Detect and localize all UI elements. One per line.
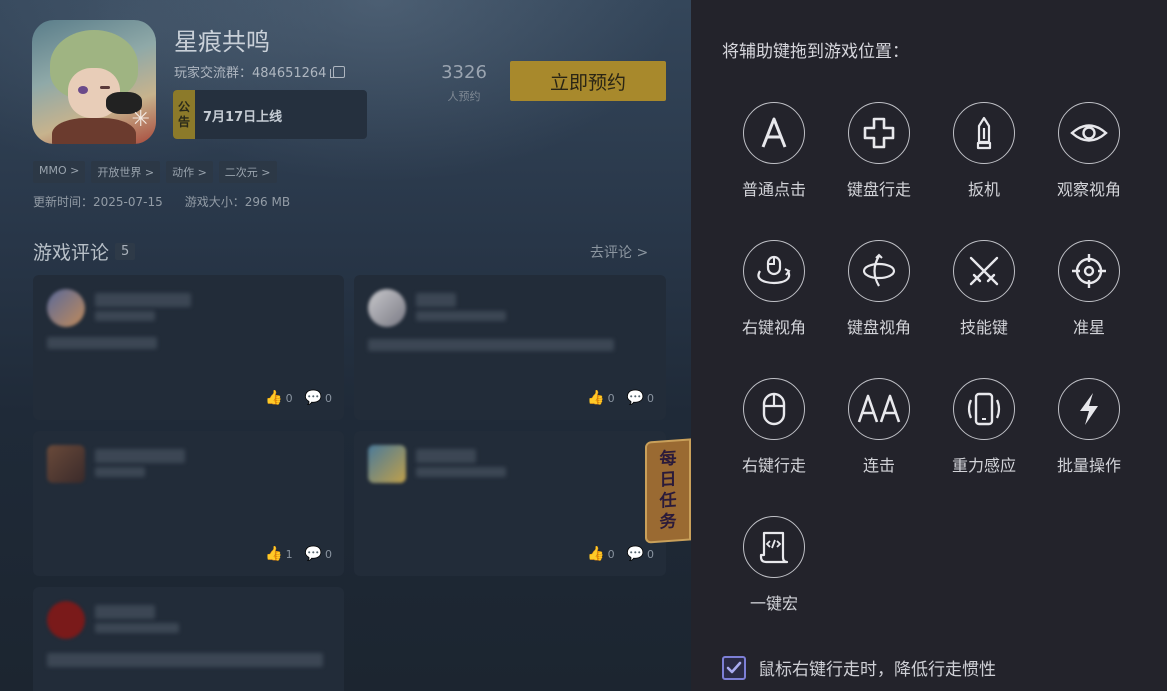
avatar [47, 289, 85, 327]
key-crosshair[interactable]: 准星 [1037, 240, 1141, 338]
reduce-inertia-label: 鼠标右键行走时，降低行走惯性 [758, 660, 996, 680]
review-stats: 👍 1 💬 0 [265, 546, 332, 562]
announcement-tag: 公 告 [173, 90, 195, 139]
game-meta: 更新时间：2025-07-15 游戏大小：296 MB [33, 193, 290, 210]
comment-icon: 💬 [304, 546, 322, 562]
key-macro[interactable]: 一键宏 [722, 516, 826, 614]
thumbs-up-icon: 👍 [587, 546, 605, 562]
review-stats: 👍 0 💬 0 [265, 390, 332, 406]
rotate-3d-icon [859, 253, 899, 289]
review-card[interactable]: 👍 0 💬 0 [354, 275, 666, 420]
comment-count[interactable]: 💬 0 [627, 390, 654, 406]
key-keyboard-walk[interactable]: 键盘行走 [827, 102, 931, 200]
crossed-swords-icon [966, 253, 1002, 289]
thumbs-up-icon: 👍 [587, 390, 605, 406]
panel-title: 将辅助键拖到游戏位置： [722, 42, 909, 62]
game-app-icon[interactable]: ✳ [32, 20, 156, 144]
tag-mmo[interactable]: MMO > [33, 161, 86, 183]
key-combo[interactable]: 连击 [827, 378, 931, 476]
double-a-icon [857, 393, 901, 425]
thumbs-up-icon: 👍 [265, 546, 283, 562]
key-right-click-view[interactable]: 右键视角 [722, 240, 826, 338]
comment-count[interactable]: 💬 0 [305, 390, 332, 406]
reduce-inertia-checkbox[interactable] [722, 655, 746, 680]
avatar [368, 289, 406, 327]
update-time: 更新时间：2025-07-15 [33, 195, 163, 209]
bullet-icon [967, 116, 1001, 150]
tag-anime[interactable]: 二次元 > [218, 161, 277, 183]
key-skill[interactable]: 技能键 [932, 240, 1036, 338]
like-count[interactable]: 👍 1 [265, 546, 292, 562]
reserve-count: 3326 [441, 62, 487, 83]
game-detail-page: ✳ 星痕共鸣 玩家交流群：484651264 公 告 7月17日上线 3326 … [0, 0, 691, 691]
reviews-count: 5 [115, 243, 136, 260]
go-review-link[interactable]: 去评论 > [590, 242, 648, 262]
like-count[interactable]: 👍 0 [265, 390, 292, 406]
review-card[interactable]: 👍 1 💬 0 [33, 431, 344, 576]
announcement-box: 公 告 7月17日上线 [173, 90, 367, 139]
game-title: 星痕共鸣 [174, 28, 270, 56]
mouse-icon [759, 391, 789, 427]
review-stats: 👍 0 💬 0 [587, 390, 654, 406]
avatar [47, 601, 85, 639]
comment-icon: 💬 [626, 546, 644, 562]
key-normal-click[interactable]: 普通点击 [722, 102, 826, 200]
daily-task-badge[interactable]: 每 日 任 务 [645, 438, 691, 544]
thumbs-up-icon: 👍 [265, 390, 283, 406]
lightning-icon [1074, 391, 1104, 427]
key-trigger[interactable]: 扳机 [932, 102, 1036, 200]
review-stats: 👍 0 💬 0 [587, 546, 654, 562]
reserve-label: 人预约 [447, 90, 481, 103]
comment-icon: 💬 [626, 390, 644, 406]
eye-icon [1070, 116, 1108, 150]
key-observe-view[interactable]: 观察视角 [1037, 102, 1141, 200]
key-batch-operation[interactable]: 批量操作 [1037, 378, 1141, 476]
key-gravity-sensor[interactable]: 重力感应 [932, 378, 1036, 476]
copy-icon[interactable] [330, 65, 346, 78]
review-card[interactable]: 👍 0 💬 0 [33, 275, 344, 420]
key-keyboard-view[interactable]: 键盘视角 [827, 240, 931, 338]
comment-count[interactable]: 💬 0 [627, 546, 654, 562]
comment-count[interactable]: 💬 0 [305, 546, 332, 562]
letter-a-icon [757, 116, 791, 150]
like-count[interactable]: 👍 0 [587, 390, 614, 406]
checkmark-icon [726, 661, 742, 673]
avatar [47, 445, 85, 483]
mouse-orbit-icon [754, 253, 794, 289]
player-group-text: 玩家交流群：484651264 [174, 66, 327, 81]
game-tags: MMO > 开放世界 > 动作 > 二次元 > [33, 161, 277, 183]
like-count[interactable]: 👍 0 [587, 546, 614, 562]
review-card[interactable] [33, 587, 344, 691]
review-card[interactable]: 👍 0 💬 0 [354, 431, 666, 576]
player-group: 玩家交流群：484651264 [174, 62, 346, 81]
reviews-title: 游戏评论 [33, 242, 110, 264]
game-size: 游戏大小：296 MB [184, 195, 291, 209]
reserve-button[interactable]: 立即预约 [510, 61, 666, 101]
phone-vibrate-icon [964, 391, 1004, 427]
comment-icon: 💬 [304, 390, 322, 406]
script-scroll-icon [756, 529, 792, 565]
announcement-text: 7月17日上线 [203, 110, 283, 125]
tag-action[interactable]: 动作 > [166, 161, 213, 183]
tag-open-world[interactable]: 开放世界 > [91, 161, 161, 183]
key-right-click-walk[interactable]: 右键行走 [722, 378, 826, 476]
reduce-inertia-option[interactable]: 鼠标右键行走时，降低行走惯性 [722, 655, 996, 680]
dpad-cross-icon [862, 116, 896, 150]
assist-key-panel: 将辅助键拖到游戏位置： 普通点击 键盘行走 扳机 观察视角 右键视角 键盘视角 … [691, 0, 1167, 691]
reviews-heading: 游戏评论 5 [33, 238, 136, 265]
crosshair-icon [1071, 253, 1107, 289]
avatar [368, 445, 406, 483]
